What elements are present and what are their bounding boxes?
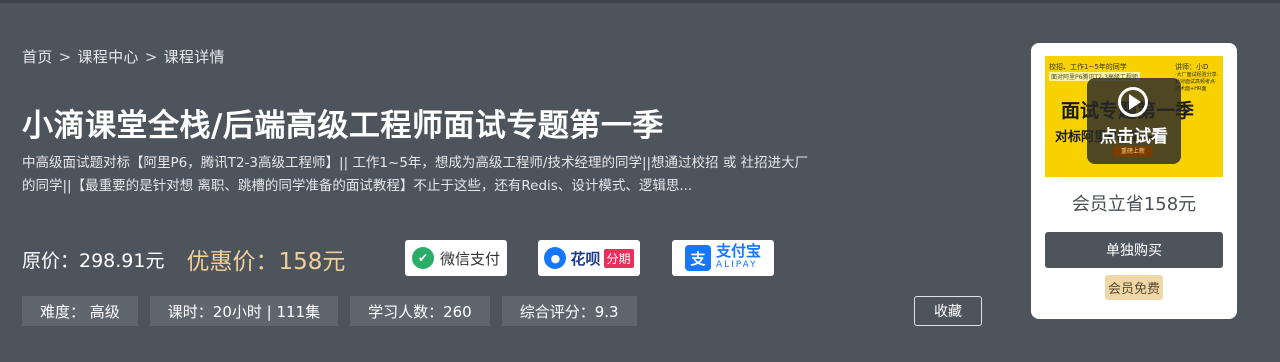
member-saving-text: 会员立省158元 [1071,194,1197,215]
wechat-pay-label: 微信支付 [439,249,500,268]
cover-text-lecturer: 讲师：小D [1175,63,1209,71]
huabei-icon: ● [544,247,567,269]
original-price: 原价：298.91元 [22,249,165,272]
breadcrumb-home[interactable]: 首页 [22,46,53,67]
sale-price: 优惠价：158元 [186,249,346,275]
member-free-button[interactable]: 会员免费 [1105,275,1163,300]
play-triangle-icon [1129,94,1141,110]
hours-tag: 课时：20小时 | 111集 [149,296,339,326]
alipay-sublabel: ALIPAY [715,260,758,270]
alipay-label: 支付宝 [715,242,761,260]
play-badge: 重磅上新 [1113,146,1153,157]
alipay-icon: 支 [684,245,711,271]
breadcrumb: 首页 > 课程中心 > 课程详情 [22,46,225,67]
wechat-icon: ✔ [411,247,434,269]
course-meta-tags: 难度： 高级 课时：20小时 | 111集 学习人数：260 综合评分：9.3 [22,296,649,326]
learners-tag: 学习人数：260 [350,296,490,326]
favorite-button[interactable]: 收藏 [914,296,982,326]
alipay-badge: 支 支付宝 ALIPAY [672,240,774,276]
wechat-pay-badge: ✔ 微信支付 [405,240,507,276]
play-trial-label: 点击试看 [1100,127,1168,147]
course-title: 小滴课堂全栈/后端高级工程师面试专题第一季 [22,108,664,144]
top-divider [0,0,1280,3]
course-cover-video[interactable]: 校招、工作1~5年的同学 面对阿里P6腾讯T2-3高级工程师 讲师：小D ·大厂… [1045,56,1223,177]
breadcrumb-separator: > [144,48,158,66]
rating-tag: 综合评分：9.3 [501,296,637,326]
breadcrumb-course-detail: 课程详情 [163,48,225,66]
alipay-text: 支付宝 ALIPAY [716,244,761,272]
buy-single-button[interactable]: 单独购买 [1045,232,1223,268]
cover-text-notes: ·大厂面试经验分享·针对面试高频考点·技术面+HR面 [1175,72,1219,92]
huabei-pay-badge: ● 花呗 分期 [538,240,640,276]
breadcrumb-separator: > [58,48,72,66]
play-trial-button[interactable]: 点击试看 重磅上新 [1087,78,1181,164]
difficulty-tag: 难度： 高级 [22,296,138,326]
huabei-installment-tag: 分期 [603,248,634,268]
purchase-card: 校招、工作1~5年的同学 面对阿里P6腾讯T2-3高级工程师 讲师：小D ·大厂… [1031,43,1237,319]
price-row: 原价：298.91元 优惠价：158元 [22,244,346,275]
huabei-label: 花呗 [570,249,601,268]
course-description: 中高级面试题对标【阿里P6，腾讯T2-3高级工程师】|| 工作1~5年，想成为高… [22,155,809,194]
breadcrumb-course-center[interactable]: 课程中心 [77,46,138,67]
cover-text-audience: 校招、工作1~5年的同学 [1049,63,1127,71]
